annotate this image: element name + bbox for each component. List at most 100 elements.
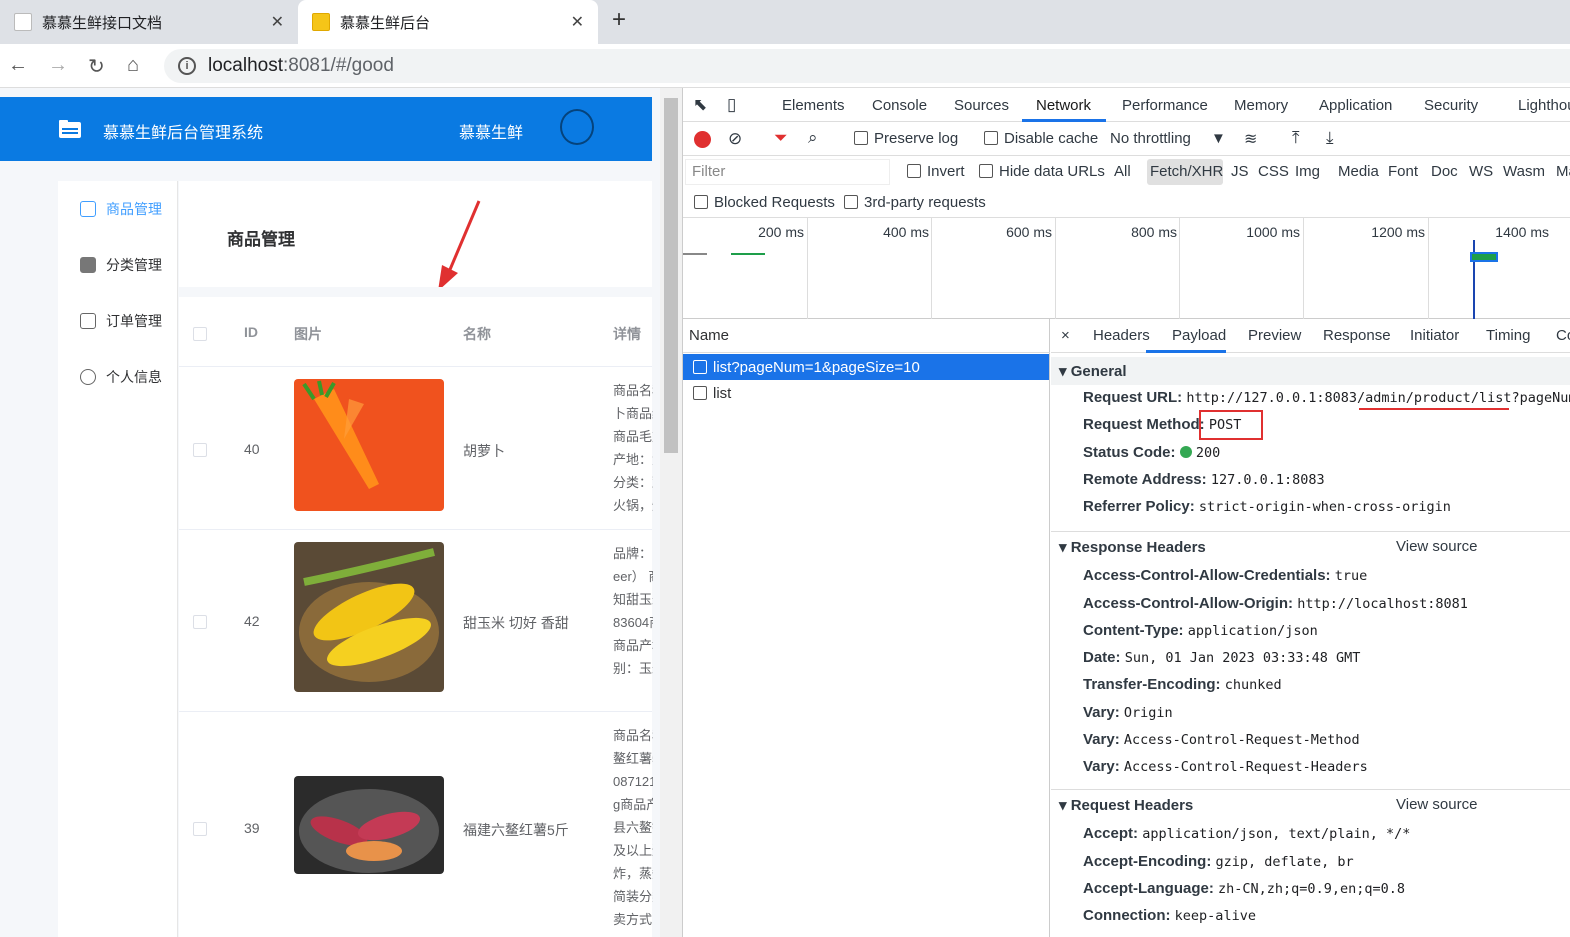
import-icon[interactable]: ⤒ <box>1292 128 1300 148</box>
filter-css[interactable]: CSS <box>1258 163 1289 180</box>
tab-lighthouse[interactable]: Lighthouse <box>1518 97 1570 114</box>
detail-line: 商品名称 <box>613 383 653 398</box>
close-icon[interactable]: ✕ <box>571 12 584 32</box>
status-dot-icon <box>1179 446 1192 458</box>
tab-sources[interactable]: Sources <box>954 97 1009 114</box>
table-row[interactable]: 40 胡萝卜 商品名称 卜商品编 商品毛重 产地：大 分类：蔬 火锅，炒 <box>179 367 653 529</box>
forward-icon[interactable]: → <box>48 54 68 77</box>
table-row[interactable]: 39 福建六鳌红薯5斤 商品名称 鳌红薯5 087121 g商品产 县六鳌镇 及… <box>179 712 653 937</box>
invert-toggle[interactable]: Invert <box>907 163 965 180</box>
checkbox[interactable] <box>979 164 993 178</box>
network-overview[interactable]: 200 ms 400 ms 600 ms 800 ms 1000 ms 1200… <box>683 218 1570 319</box>
filter-font[interactable]: Font <box>1388 163 1418 180</box>
filter-icon[interactable]: ⏷ <box>774 128 788 148</box>
clear-icon[interactable]: ⊘ <box>728 129 742 149</box>
scrollbar-thumb[interactable] <box>664 98 678 453</box>
page-scrollbar[interactable] <box>660 88 682 937</box>
detail-line: 火锅，炒 <box>613 498 653 513</box>
view-source-link[interactable]: View source <box>1396 796 1477 813</box>
export-icon[interactable]: ⤓ <box>1326 128 1334 148</box>
tab-response[interactable]: Response <box>1323 327 1391 344</box>
tab-security[interactable]: Security <box>1424 97 1478 114</box>
header-key: Connection: <box>1083 907 1171 924</box>
filter-js[interactable]: JS <box>1231 163 1249 180</box>
disable-cache-toggle[interactable]: Disable cache <box>984 130 1098 147</box>
throttling-value: No throttling <box>1110 130 1191 147</box>
chevron-down-icon: ▼ <box>1211 130 1226 147</box>
home-icon[interactable]: ⌂ <box>127 54 139 77</box>
third-party-label: 3rd-party requests <box>864 194 986 211</box>
info-icon[interactable]: i <box>178 57 196 75</box>
blocked-requests-toggle[interactable]: Blocked Requests <box>694 194 835 211</box>
checkbox[interactable] <box>844 195 858 209</box>
back-icon[interactable]: ← <box>8 54 28 77</box>
tab-title: 慕慕生鲜接口文档 <box>42 14 163 32</box>
inspect-icon[interactable]: ⬉ <box>693 95 707 115</box>
third-party-toggle[interactable]: 3rd-party requests <box>844 194 986 211</box>
sidebar-item-goods[interactable]: 商品管理 <box>58 181 178 237</box>
filter-fetch-xhr[interactable]: Fetch/XHR <box>1150 163 1223 180</box>
record-icon[interactable] <box>694 131 711 148</box>
response-headers-section-header[interactable]: ▾ Response Headers View source <box>1051 531 1570 561</box>
request-headers-section-header[interactable]: ▾ Request Headers View source <box>1051 789 1570 819</box>
checkbox[interactable] <box>854 131 868 145</box>
request-row[interactable]: list <box>683 380 1049 406</box>
select-all-checkbox[interactable] <box>193 327 207 341</box>
close-icon[interactable]: ✕ <box>271 12 284 32</box>
row-checkbox[interactable] <box>193 615 207 629</box>
browser-tab-docs[interactable]: 慕慕生鲜接口文档 ✕ <box>0 0 298 44</box>
filter-doc[interactable]: Doc <box>1431 163 1458 180</box>
tab-memory[interactable]: Memory <box>1234 97 1288 114</box>
header-value: 127.0.0.1:8083 <box>1210 472 1325 488</box>
avatar[interactable] <box>560 109 594 145</box>
section-title: General <box>1070 363 1127 380</box>
filter-all[interactable]: All <box>1114 163 1131 180</box>
sidebar-item-profile[interactable]: 个人信息 <box>58 349 178 405</box>
reload-icon[interactable]: ↻ <box>88 54 105 79</box>
grid-icon <box>80 257 96 273</box>
filter-input[interactable]: Filter <box>685 159 890 185</box>
checkbox[interactable] <box>907 164 921 178</box>
tab-headers[interactable]: Headers <box>1093 327 1150 344</box>
section-title: Response Headers <box>1070 539 1206 556</box>
tab-payload[interactable]: Payload <box>1172 327 1226 344</box>
tab-performance[interactable]: Performance <box>1122 97 1208 114</box>
tab-console[interactable]: Console <box>872 97 927 114</box>
close-icon[interactable]: × <box>1061 327 1070 344</box>
checkbox[interactable] <box>984 131 998 145</box>
checkbox[interactable] <box>694 195 708 209</box>
throttling-select[interactable]: No throttling ▼ <box>1110 130 1226 147</box>
url-input[interactable]: i localhost:8081/#/good <box>164 49 1570 83</box>
tab-network[interactable]: Network <box>1036 97 1091 114</box>
row-checkbox[interactable] <box>193 822 207 836</box>
general-section-header[interactable]: ▾ General <box>1051 357 1570 385</box>
invert-label: Invert <box>927 163 965 180</box>
request-row-selected[interactable]: list?pageNum=1&pageSize=10 <box>683 354 1049 380</box>
search-icon[interactable]: ⌕ <box>808 128 818 148</box>
network-conditions-icon[interactable]: ≋ <box>1244 129 1257 149</box>
view-source-link[interactable]: View source <box>1396 538 1477 555</box>
hide-data-urls-toggle[interactable]: Hide data URLs <box>979 163 1105 180</box>
tab-elements[interactable]: Elements <box>782 97 845 114</box>
filter-wasm[interactable]: Wasm <box>1503 163 1545 180</box>
tab-preview[interactable]: Preview <box>1248 327 1301 344</box>
row-checkbox[interactable] <box>193 443 207 457</box>
browser-tab-admin[interactable]: 慕慕生鲜后台 ✕ <box>298 0 598 44</box>
preserve-log-toggle[interactable]: Preserve log <box>854 130 958 147</box>
new-tab-button[interactable]: + <box>612 6 626 34</box>
filter-img[interactable]: Img <box>1295 163 1320 180</box>
filter-media[interactable]: Media <box>1338 163 1379 180</box>
device-toolbar-icon[interactable]: ▯ <box>727 95 736 115</box>
detail-tab-bar: × Headers Payload Preview Response Initi… <box>1051 319 1570 353</box>
tick-label: 1200 ms <box>1371 224 1425 240</box>
sidebar-item-orders[interactable]: 订单管理 <box>58 293 178 349</box>
name-column-header[interactable]: Name <box>683 319 1050 353</box>
sidebar-item-category[interactable]: 分类管理 <box>58 237 178 293</box>
tab-application[interactable]: Application <box>1319 97 1392 114</box>
filter-manifest[interactable]: Manifest <box>1556 163 1570 180</box>
filter-ws[interactable]: WS <box>1469 163 1493 180</box>
table-row[interactable]: 42 甜玉米 切好 香甜 品牌： eer） 商 知甜玉米 83604商 商品产地… <box>179 530 653 711</box>
tab-timing[interactable]: Timing <box>1486 327 1530 344</box>
tab-cookies[interactable]: Cookies <box>1556 327 1570 344</box>
tab-initiator[interactable]: Initiator <box>1410 327 1459 344</box>
